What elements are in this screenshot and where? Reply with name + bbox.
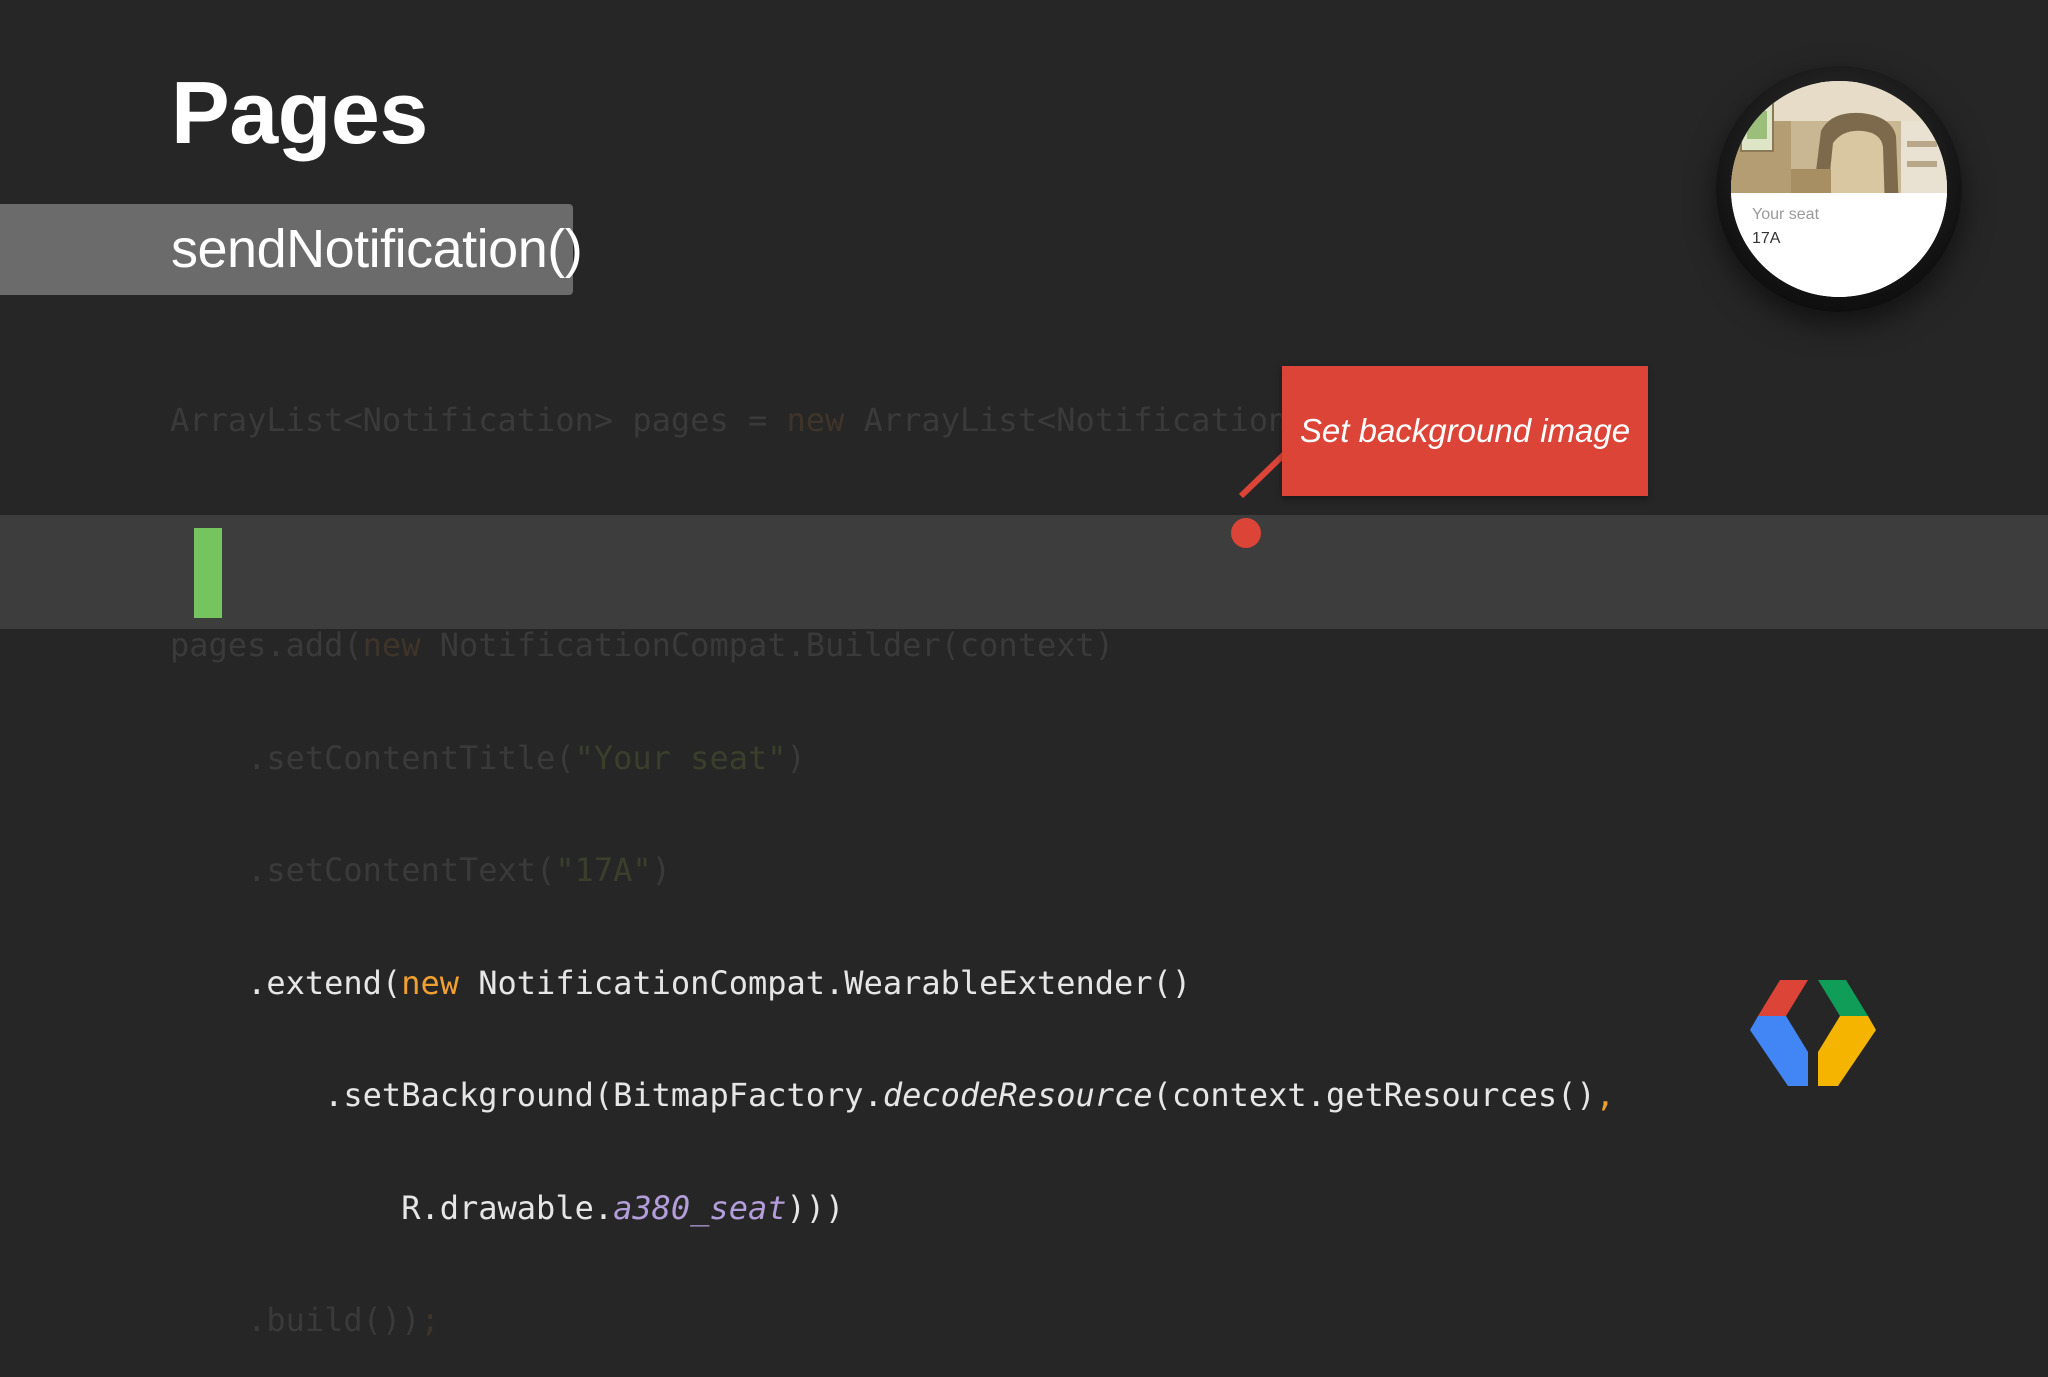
- callout-box: Set background image: [1282, 366, 1648, 496]
- code-line-3: pages.add(new NotificationCompat.Builder…: [170, 626, 1615, 665]
- code-keyword: new: [786, 401, 845, 439]
- callout-text: Set background image: [1299, 412, 1631, 449]
- code-method-italic: decodeResource: [882, 1076, 1153, 1114]
- code-text: NotificationCompat.Builder(context): [420, 626, 1115, 664]
- code-text: .setContentText(: [170, 851, 556, 889]
- code-string: "17A": [555, 851, 652, 889]
- chrome-developers-logo-icon: [1750, 980, 1876, 1086]
- code-line-5: .setContentText("17A"): [170, 851, 1615, 890]
- code-text: NotificationCompat.WearableExtender(): [458, 963, 1192, 1002]
- code-text: (context.getResources(): [1152, 1076, 1596, 1114]
- subtitle-bar: sendNotification(): [0, 204, 583, 295]
- watch-notification-title: Your seat: [1752, 206, 1820, 223]
- code-text: ): [651, 851, 671, 889]
- code-text: .setBackground(BitmapFactory.: [170, 1076, 883, 1114]
- code-line-6: .extend(new NotificationCompat.WearableE…: [170, 963, 1615, 1003]
- code-keyword: new: [401, 963, 459, 1002]
- callout-anchor-dot: [1231, 518, 1261, 548]
- watch-face: [1731, 81, 1947, 297]
- code-text: ): [786, 738, 806, 777]
- code-text: .setContentTitle(: [170, 738, 575, 777]
- code-text: pages.add(: [170, 626, 363, 664]
- code-comma: ,: [1595, 1076, 1615, 1114]
- code-line-7: .setBackground(BitmapFactory.decodeResou…: [170, 1076, 1615, 1115]
- watch-notification-text: 17A: [1752, 230, 1781, 247]
- code-resource-id: a380_seat: [613, 1188, 787, 1227]
- code-line-8: R.drawable.a380_seat))): [170, 1188, 1615, 1228]
- slide-title: Pages: [171, 63, 428, 162]
- seat-background-image: [1731, 81, 1947, 211]
- code-text: .extend(: [170, 963, 402, 1002]
- code-line-4: .setContentTitle("Your seat"): [170, 738, 1615, 778]
- code-keyword: new: [362, 626, 421, 664]
- code-text: ))): [786, 1188, 845, 1227]
- code-string: "Your seat": [574, 738, 787, 777]
- code-text: .build()): [170, 1301, 421, 1339]
- code-text: ArrayList<Notification> pages =: [170, 401, 787, 439]
- subtitle-text: sendNotification(): [171, 219, 583, 279]
- code-line-9: .build());: [170, 1301, 1615, 1340]
- code-semicolon: ;: [420, 1301, 440, 1339]
- smartwatch-preview: Your seat 17A: [1716, 66, 1962, 312]
- code-text: R.drawable.: [170, 1188, 614, 1227]
